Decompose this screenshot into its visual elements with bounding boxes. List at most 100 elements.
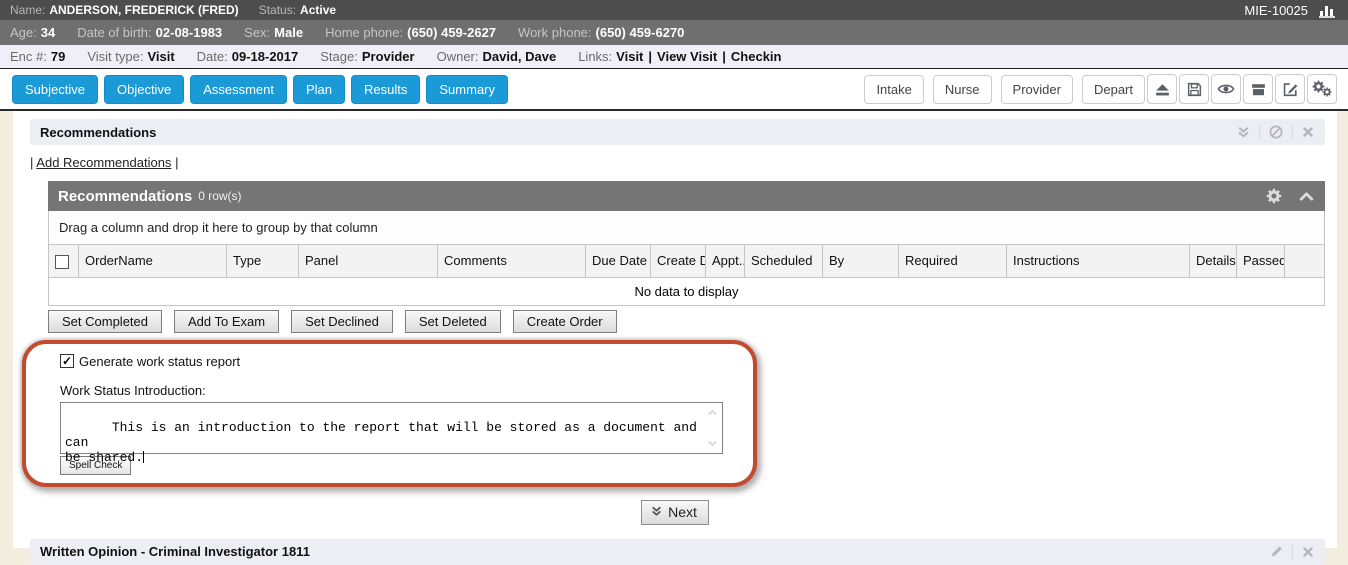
tab-subjective[interactable]: Subjective	[12, 75, 98, 104]
content-area: Recommendations | Add Recommendations | …	[13, 111, 1337, 548]
close-icon[interactable]	[1301, 545, 1315, 559]
link-visit[interactable]: Visit	[616, 49, 643, 64]
page-background: Recommendations | Add Recommendations | …	[0, 111, 1348, 548]
enc-value: 79	[51, 49, 65, 64]
column-header-instructions[interactable]: Instructions	[1007, 245, 1190, 277]
pipe: |	[175, 155, 178, 170]
next-button[interactable]: Next	[641, 500, 709, 525]
group-by-drop-zone[interactable]: Drag a column and drop it here to group …	[48, 211, 1325, 245]
text-caret	[143, 451, 144, 463]
intake-button[interactable]: Intake	[864, 75, 923, 104]
tab-assessment[interactable]: Assessment	[190, 75, 287, 104]
textarea-text: This is an introduction to the report th…	[65, 420, 705, 465]
work-status-introduction-label: Work Status Introduction:	[60, 383, 753, 398]
double-chevron-down-icon	[650, 505, 663, 518]
settings-button[interactable]	[1307, 74, 1337, 104]
save-button[interactable]	[1179, 74, 1209, 104]
column-header-filler	[1285, 245, 1325, 277]
patient-title-bar: Name: ANDERSON, FREDERICK (FRED) Status:…	[0, 0, 1348, 20]
add-recommendations-line: | Add Recommendations |	[30, 155, 1337, 170]
link-separator: |	[722, 49, 726, 64]
link-checkin[interactable]: Checkin	[731, 49, 782, 64]
column-header-create-date[interactable]: Create D...	[651, 245, 706, 277]
depart-button[interactable]: Depart	[1082, 75, 1145, 104]
save-icon	[1186, 81, 1203, 98]
grid-header: Recommendations 0 row(s)	[48, 181, 1325, 211]
no-sign-icon[interactable]	[1268, 124, 1284, 140]
patient-name: ANDERSON, FREDERICK (FRED)	[49, 3, 238, 17]
owner-label: Owner:	[437, 49, 479, 64]
add-to-exam-button[interactable]: Add To Exam	[174, 310, 279, 333]
scroll-up-icon[interactable]	[705, 406, 720, 419]
scroll-down-icon[interactable]	[705, 437, 720, 450]
tab-results[interactable]: Results	[351, 75, 420, 104]
patient-status: Active	[300, 3, 336, 17]
column-header-passed[interactable]: Passed	[1237, 245, 1285, 277]
column-header-required[interactable]: Required	[899, 245, 1007, 277]
generate-work-status-checkbox[interactable]: ✓	[60, 354, 74, 368]
select-all-header	[49, 245, 79, 277]
set-completed-button[interactable]: Set Completed	[48, 310, 162, 333]
archive-button[interactable]	[1243, 74, 1273, 104]
date-label: Date:	[197, 49, 228, 64]
grid-actions: Set Completed Add To Exam Set Declined S…	[48, 310, 1337, 333]
tab-summary[interactable]: Summary	[426, 75, 508, 104]
bar-chart-icon[interactable]	[1318, 2, 1338, 18]
next-button-label: Next	[668, 504, 697, 520]
section-title: Written Opinion - Criminal Investigator …	[40, 544, 310, 559]
stage-label: Stage:	[320, 49, 358, 64]
link-view-visit[interactable]: View Visit	[657, 49, 717, 64]
eject-icon	[1154, 81, 1171, 98]
eye-icon	[1217, 80, 1235, 98]
dob-value: 02-08-1983	[156, 25, 223, 40]
visit-type-label: Visit type:	[87, 49, 143, 64]
nurse-button[interactable]: Nurse	[933, 75, 992, 104]
set-deleted-button[interactable]: Set Deleted	[405, 310, 501, 333]
enc-label: Enc #:	[10, 49, 47, 64]
chevron-up-icon[interactable]	[1298, 188, 1315, 205]
column-header-appt[interactable]: Appt...	[706, 245, 745, 277]
demographics-bar: Age: 34 Date of birth: 02-08-1983 Sex: M…	[0, 20, 1348, 45]
edit-icon	[1282, 81, 1299, 98]
grid-row-count: 0 row(s)	[198, 189, 241, 203]
grid-title: Recommendations	[58, 188, 192, 205]
gear-icon[interactable]	[1266, 188, 1282, 204]
date-value: 09-18-2017	[232, 49, 299, 64]
dob-label: Date of birth:	[77, 25, 151, 40]
tab-objective[interactable]: Objective	[104, 75, 184, 104]
column-header-due-date[interactable]: Due Date	[586, 245, 651, 277]
visit-type-value: Visit	[147, 49, 174, 64]
pencil-icon[interactable]	[1269, 544, 1284, 559]
close-icon[interactable]	[1301, 125, 1315, 139]
age-label: Age:	[10, 25, 37, 40]
double-chevron-down-icon[interactable]	[1236, 125, 1251, 140]
eject-button[interactable]	[1147, 74, 1177, 104]
work-status-introduction-textarea[interactable]: This is an introduction to the report th…	[60, 402, 723, 454]
links-label: Links:	[578, 49, 612, 64]
column-header-details[interactable]: Details	[1190, 245, 1237, 277]
name-label: Name:	[10, 3, 45, 17]
set-declined-button[interactable]: Set Declined	[291, 310, 393, 333]
status-label: Status:	[259, 3, 296, 17]
gears-icon	[1311, 79, 1333, 99]
chart-toolbar: Subjective Objective Assessment Plan Res…	[0, 69, 1348, 111]
column-header-type[interactable]: Type	[227, 245, 299, 277]
add-recommendations-link[interactable]: Add Recommendations	[36, 155, 171, 170]
view-button[interactable]	[1211, 74, 1241, 104]
tab-plan[interactable]: Plan	[293, 75, 345, 104]
column-header-scheduled[interactable]: Scheduled	[745, 245, 823, 277]
recommendations-grid: Recommendations 0 row(s) Drag a column a…	[48, 181, 1325, 306]
divider	[1292, 544, 1293, 560]
edit-note-button[interactable]	[1275, 74, 1305, 104]
column-header-ordername[interactable]: OrderName	[79, 245, 227, 277]
stage-value: Provider	[362, 49, 415, 64]
recommendations-table: OrderName Type Panel Comments Due Date C…	[48, 245, 1325, 306]
provider-button[interactable]: Provider	[1001, 75, 1073, 104]
empty-grid-message: No data to display	[49, 277, 1325, 305]
create-order-button[interactable]: Create Order	[513, 310, 617, 333]
archive-icon	[1250, 81, 1267, 98]
column-header-panel[interactable]: Panel	[299, 245, 438, 277]
column-header-by[interactable]: By	[823, 245, 899, 277]
column-header-comments[interactable]: Comments	[438, 245, 586, 277]
select-all-checkbox[interactable]	[55, 255, 69, 269]
